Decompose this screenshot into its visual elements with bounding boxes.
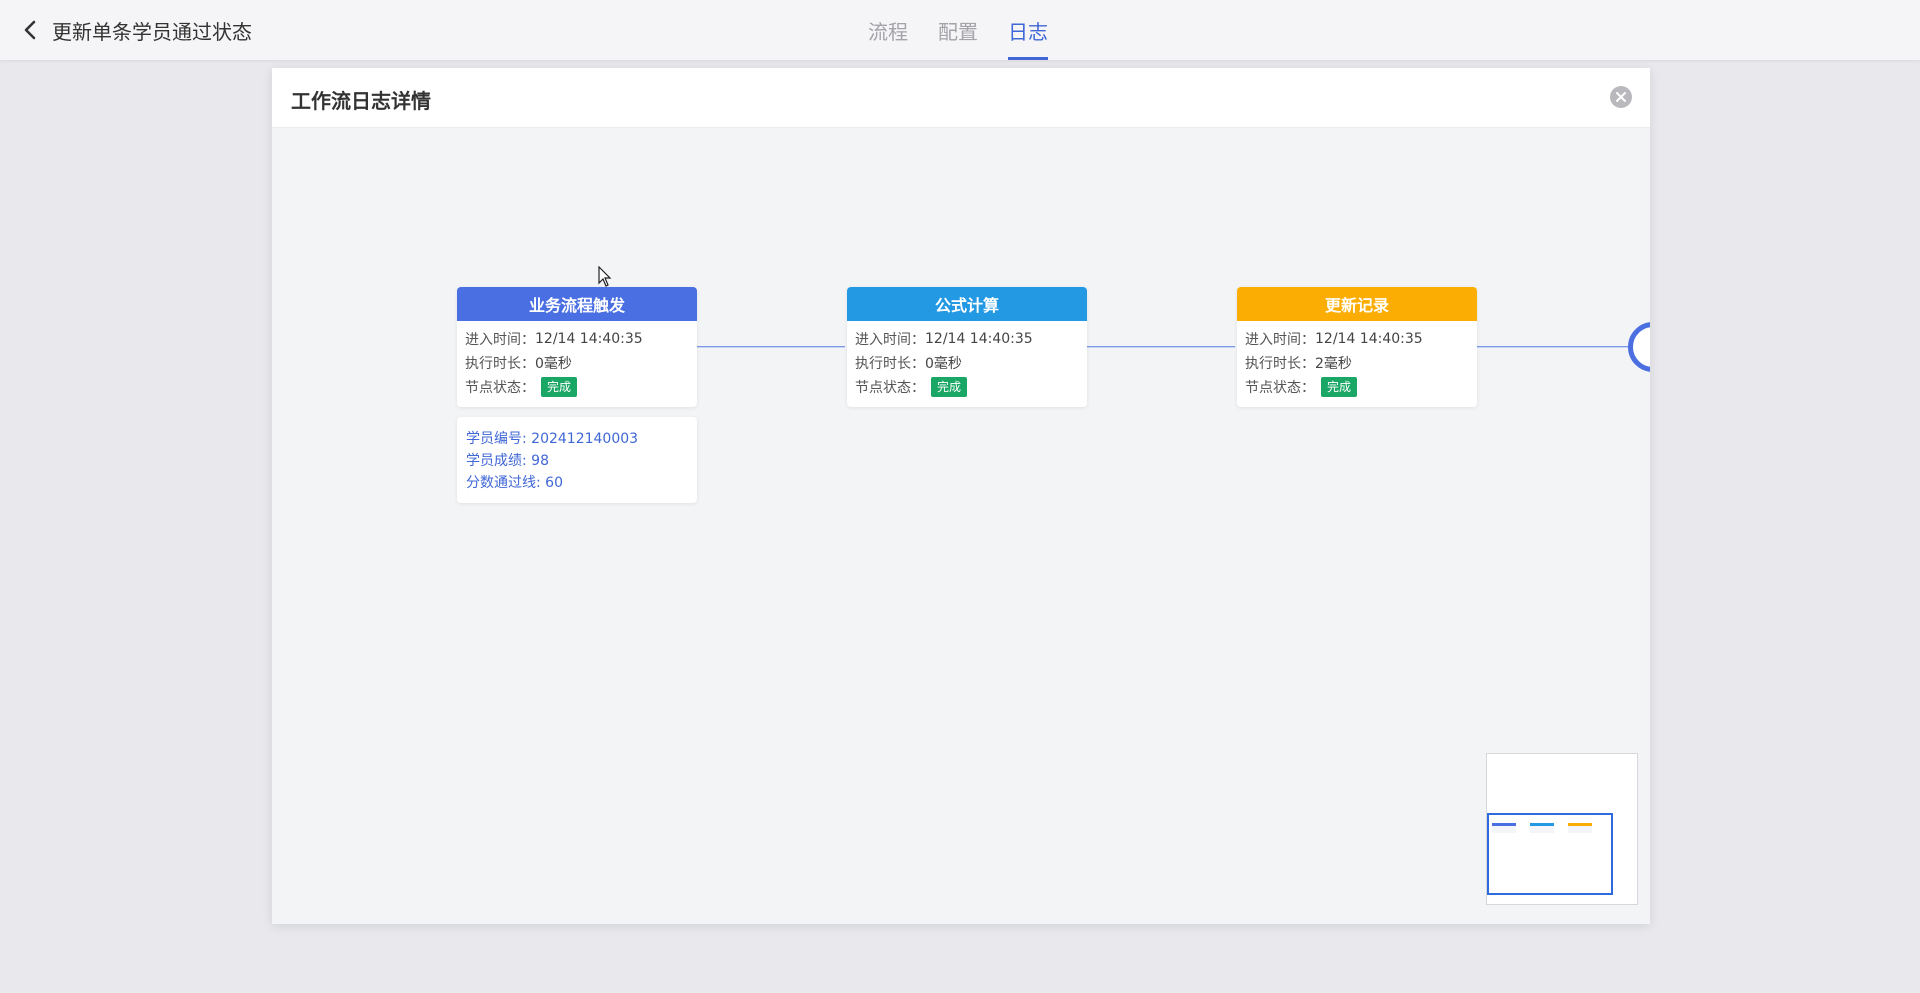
- node-formula[interactable]: 公式计算 进入时间： 12/14 14:40:35 执行时长： 0毫秒 节点状态： 完…: [847, 287, 1087, 407]
- node-header: 更新记录: [1237, 287, 1477, 321]
- duration-label: 执行时长：: [855, 356, 925, 372]
- info-line-score: 学员成绩: 98: [466, 453, 549, 469]
- node-update-record[interactable]: 更新记录 进入时间： 12/14 14:40:35 执行时长： 2毫秒 节点状态： 完…: [1237, 287, 1477, 407]
- info-line-pass-line: 分数通过线: 60: [466, 475, 563, 491]
- chevron-left-icon: [20, 20, 40, 40]
- tab-config[interactable]: 配置: [938, 0, 978, 60]
- dialog-header: 工作流日志详情: [272, 68, 1650, 128]
- close-button[interactable]: [1610, 86, 1632, 108]
- edge-1: [697, 346, 845, 348]
- tab-bar: 流程 配置 日志: [868, 0, 1078, 60]
- enter-time-value: 12/14 14:40:35: [1315, 331, 1423, 347]
- enter-time-label: 进入时间：: [855, 332, 925, 348]
- duration-value: 0毫秒: [535, 356, 572, 372]
- flow-canvas[interactable]: 业务流程触发 进入时间： 12/14 14:40:35 执行时长： 0毫秒 节点状态…: [272, 128, 1650, 924]
- minimap[interactable]: [1486, 753, 1638, 905]
- edge-3: [1477, 346, 1637, 348]
- enter-time-value: 12/14 14:40:35: [925, 331, 1033, 347]
- duration-value: 0毫秒: [925, 356, 962, 372]
- top-bar: 更新单条学员通过状态 流程 配置 日志: [0, 0, 1920, 60]
- minimap-viewport[interactable]: [1487, 813, 1613, 895]
- dialog-title: 工作流日志详情: [291, 89, 431, 113]
- edge-2: [1087, 346, 1235, 348]
- status-badge: 完成: [1321, 377, 1358, 397]
- workflow-log-dialog: 工作流日志详情 业务流程触发 进入时间： 12/14 14:40:35 执行时长：…: [272, 68, 1650, 924]
- tab-flow[interactable]: 流程: [868, 0, 908, 60]
- duration-value: 2毫秒: [1315, 356, 1352, 372]
- duration-label: 执行时长：: [1245, 356, 1315, 372]
- enter-time-label: 进入时间：: [1245, 332, 1315, 348]
- enter-time-value: 12/14 14:40:35: [535, 331, 643, 347]
- enter-time-label: 进入时间：: [465, 332, 535, 348]
- node-header: 公式计算: [847, 287, 1087, 321]
- info-line-student-id: 学员编号: 202412140003: [466, 431, 639, 447]
- tab-log[interactable]: 日志: [1008, 0, 1048, 60]
- duration-label: 执行时长：: [465, 356, 535, 372]
- page-title: 更新单条学员通过状态: [52, 19, 252, 44]
- end-node[interactable]: [1628, 322, 1650, 372]
- status-badge: 完成: [931, 377, 968, 397]
- status-badge: 完成: [541, 377, 578, 397]
- close-circle-icon: [1616, 92, 1626, 102]
- back-button[interactable]: 更新单条学员通过状态: [20, 14, 252, 46]
- node-trigger[interactable]: 业务流程触发 进入时间： 12/14 14:40:35 执行时长： 0毫秒 节点状态…: [457, 287, 697, 407]
- node-header: 业务流程触发: [457, 287, 697, 321]
- status-label: 节点状态：: [1245, 380, 1315, 396]
- status-label: 节点状态：: [855, 380, 925, 396]
- status-label: 节点状态：: [465, 380, 535, 396]
- node-output-card: 学员编号: 202412140003 学员成绩: 98 分数通过线: 60: [457, 417, 697, 503]
